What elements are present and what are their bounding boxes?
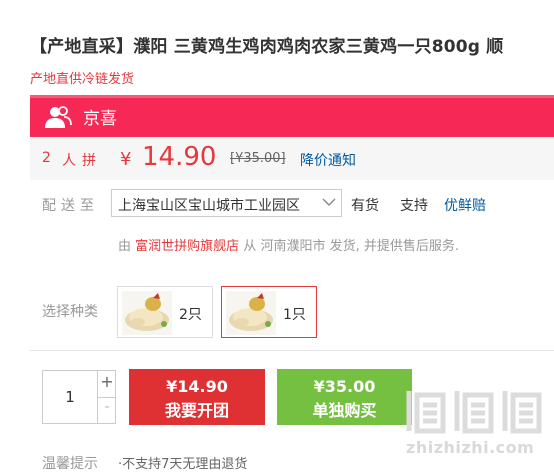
currency-symbol: ¥ [120,149,132,170]
tips-text: ·不支持7天无理由退货 [118,457,248,472]
variant-label: 选择种类 [42,304,98,320]
product-title: 【产地直采】濮阳 三黄鸡生鸡肉鸡肉农家三黄鸡一只800g 顺 [30,37,504,57]
variant-option-1[interactable]: 1只 [221,286,317,338]
address-text[interactable]: 上海宝山区宝山城市工业园区 [118,195,300,215]
delivery-label: 配送至 [42,198,99,214]
group-price: 14.90 [142,142,217,172]
chevron-down-icon[interactable] [322,197,336,207]
support-label: 支持 [400,198,428,214]
buy-alone-button[interactable]: ¥35.00 单独购买 [277,369,412,425]
start-group-label: 我要开团 [164,401,229,420]
seller-prefix: 由 [118,239,132,254]
divider [30,350,554,351]
chicken-thumbnail [226,291,276,335]
fresh-guarantee-link[interactable]: 优鲜赔 [444,195,486,215]
watermark-logo [406,391,542,434]
buy-alone-label: 单独购买 [312,401,377,420]
seller-info: 由 富润世拼购旗舰店 从 河南濮阳市 发货, 并提供售后服务. [118,235,459,254]
stock-status: 有货 [351,198,379,214]
group-text: 人拼 [62,153,102,169]
original-price: [¥35.00] [230,151,286,166]
price-drop-notify-link[interactable]: 降价通知 [300,150,356,170]
seller-shop-link[interactable]: 富润世拼购旗舰店 [135,239,239,254]
seller-suffix: 从 河南濮阳市 发货, 并提供售后服务. [243,239,459,254]
tips-label: 温馨提示 [42,456,98,472]
buy-alone-price: ¥35.00 [313,377,376,396]
variant-option-2[interactable]: 2只 [117,286,213,338]
variant-label-1: 1只 [283,307,306,323]
start-group-button[interactable]: ¥14.90 我要开团 [129,369,265,425]
group-size: 2 [42,150,51,166]
users-icon [45,106,72,128]
quantity-decrease-button[interactable]: - [98,399,116,423]
quantity-input[interactable]: 1 [42,388,98,406]
jingxi-label: 京喜 [83,109,117,129]
product-subtitle: 产地直供冷链发货 [30,72,135,87]
stepper-divider [97,397,116,398]
start-group-price: ¥14.90 [166,377,228,396]
variant-label-2: 2只 [179,307,202,323]
price-row [30,137,554,180]
watermark-text: zhizhizhi.com [406,438,535,457]
quantity-increase-button[interactable]: + [98,372,116,396]
chicken-thumbnail [122,291,172,335]
